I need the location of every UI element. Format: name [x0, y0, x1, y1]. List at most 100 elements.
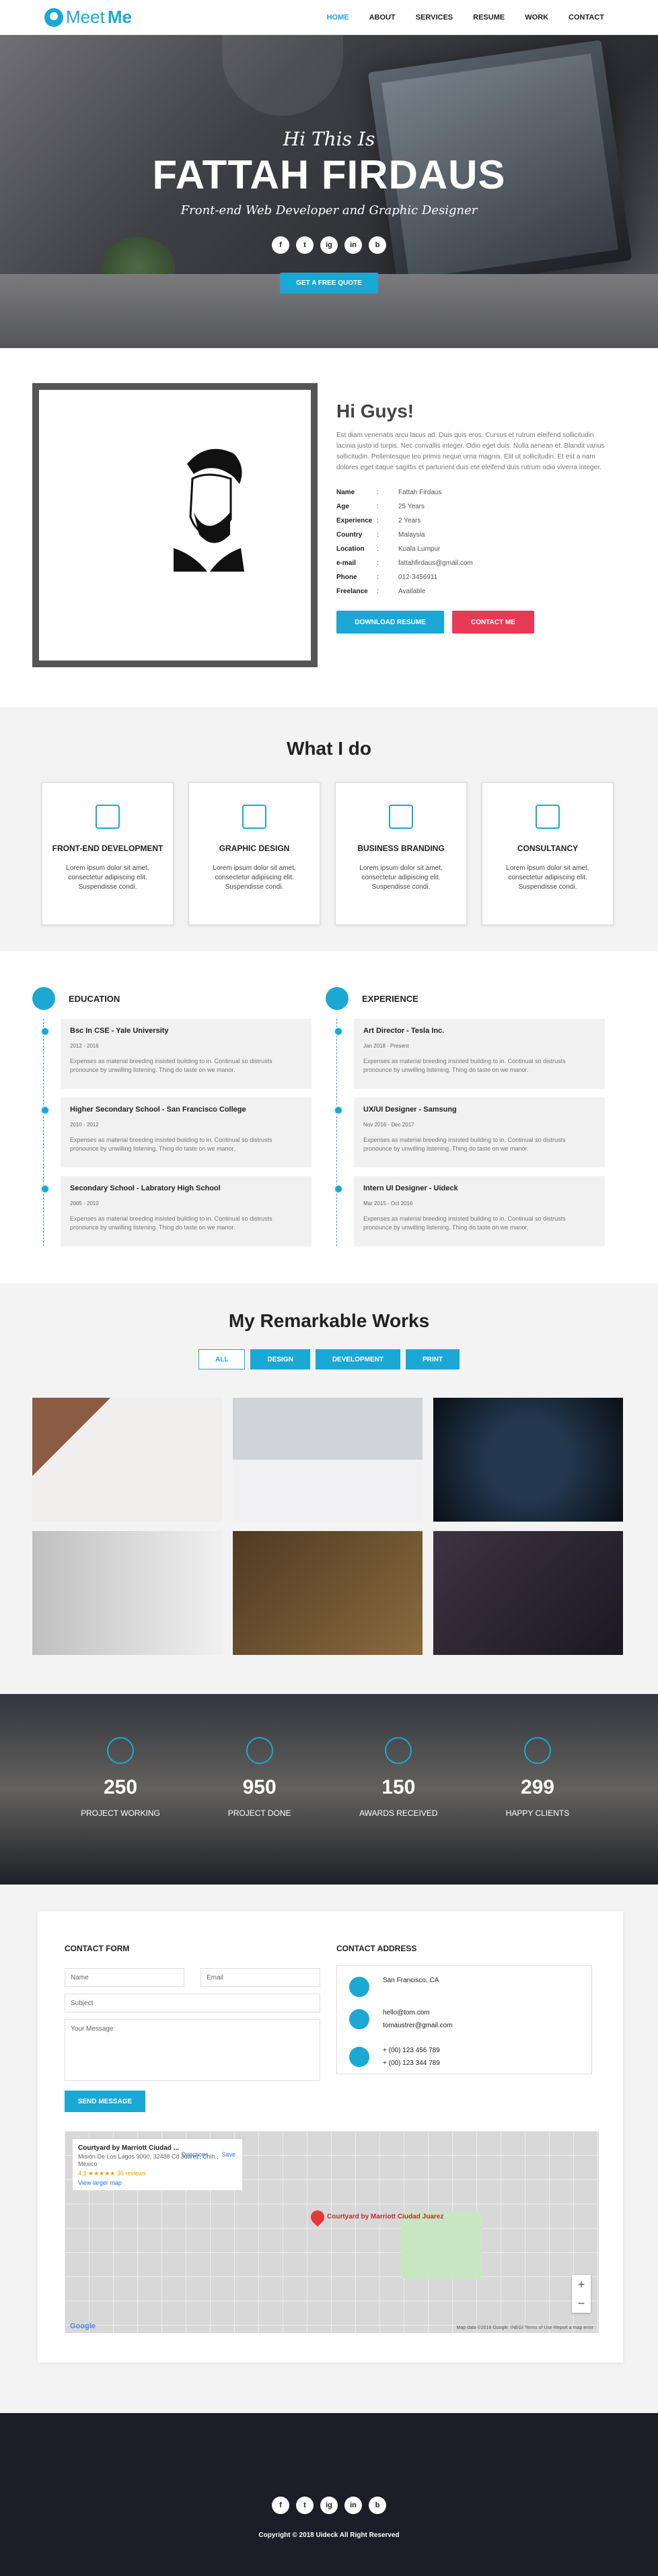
- hero-name: FATTAH FIRDAUS: [152, 152, 506, 197]
- free-quote-button[interactable]: GET A FREE QUOTE: [280, 273, 378, 294]
- filter-print[interactable]: PRINT: [405, 1349, 460, 1369]
- detail-row: e-mail: fattahfirdaus@gmail.com: [336, 556, 612, 570]
- hero-social-links: f t ig in b: [0, 236, 658, 254]
- timeline-item: Bsc In CSE - Yale University 2012 - 2016 E…: [40, 1019, 312, 1089]
- nav-services[interactable]: SERVICES: [416, 13, 453, 22]
- detail-colon: :: [377, 503, 379, 510]
- briefcase-icon: [389, 805, 413, 829]
- detail-key: Freelance: [336, 588, 368, 595]
- map-save-link[interactable]: Save: [221, 2151, 235, 2158]
- facebook-icon[interactable]: f: [272, 2497, 289, 2514]
- service-card[interactable]: CONSULTANCY Lorem ipsum dolor sit amet, c…: [482, 782, 614, 925]
- lamp-shape: [222, 35, 343, 116]
- education-heading: EDUCATION: [32, 986, 312, 1011]
- timeline-text: Expenses as material breeding insisted b…: [363, 1137, 566, 1152]
- address-phone: + (00) 123 456 789 + (00) 123 344 789: [349, 2047, 579, 2072]
- message-field[interactable]: Your Message: [65, 2019, 320, 2081]
- detail-colon: :: [377, 489, 379, 496]
- facebook-icon[interactable]: f: [272, 236, 289, 254]
- phone-text[interactable]: + (00) 123 344 789: [383, 2060, 440, 2067]
- twitter-icon[interactable]: t: [296, 236, 314, 254]
- nav-resume[interactable]: RESUME: [473, 13, 505, 22]
- address-location: San Francisco, CA: [349, 1977, 579, 1997]
- instagram-icon[interactable]: ig: [320, 2497, 338, 2514]
- behance-icon[interactable]: b: [369, 2497, 386, 2514]
- contact-form-title: CONTACT FORM: [65, 1944, 130, 1953]
- nav-about[interactable]: ABOUT: [369, 13, 396, 22]
- profile-illustration: [32, 383, 318, 667]
- nav-home[interactable]: HOME: [327, 13, 349, 22]
- linkedin-icon[interactable]: in: [344, 236, 362, 254]
- site-header: Meet Me HOME ABOUT SERVICES RESUME WORK C…: [0, 0, 658, 35]
- profile-details: Name: Fattah Firdaus Age: 25 Years Experie…: [336, 485, 612, 599]
- nav-work[interactable]: WORK: [525, 13, 548, 22]
- address-box: San Francisco, CA hello@tom.com tomaustre…: [336, 1965, 592, 2074]
- contact-me-button[interactable]: CONTACT ME: [452, 611, 534, 634]
- detail-value: Available: [398, 588, 426, 595]
- service-card[interactable]: GRAPHIC DESIGN Lorem ipsum dolor sit amet…: [188, 782, 320, 925]
- timeline-title: UX/UI Designer - Samsung: [363, 1106, 457, 1114]
- email-text[interactable]: tomaustrer@gmail.com: [383, 2022, 453, 2029]
- service-title: FRONT-END DEVELOPMENT: [52, 844, 163, 853]
- works-section: My Remarkable Works ALL DESIGN DEVELOPME…: [0, 1283, 658, 1694]
- service-title: GRAPHIC DESIGN: [219, 844, 290, 853]
- chat-icon: [536, 805, 560, 829]
- send-message-button[interactable]: SEND MESSAGE: [65, 2091, 145, 2112]
- email-text[interactable]: hello@tom.com: [383, 2009, 453, 2016]
- location-icon: [349, 1977, 369, 1997]
- experience-title: EXPERIENCE: [362, 993, 418, 1004]
- work-filters: ALL DESIGN DEVELOPMENT PRINT: [0, 1349, 658, 1369]
- filter-design[interactable]: DESIGN: [250, 1349, 310, 1369]
- timeline-item: Secondary School - Labratory High School…: [40, 1176, 312, 1246]
- timeline-item: UX/UI Designer - Samsung Nov 2016 - Dec 2…: [334, 1097, 605, 1167]
- footer-social-links: f t ig in b: [0, 2497, 658, 2514]
- timeline-text: Expenses as material breeding insisted b…: [363, 1215, 566, 1231]
- resume-section: EDUCATION Bsc In CSE - Yale University 20…: [0, 951, 658, 1283]
- filter-all[interactable]: ALL: [198, 1349, 246, 1369]
- service-card[interactable]: BUSINESS BRANDING Lorem ipsum dolor sit a…: [335, 782, 467, 925]
- detail-row: Location: Kuala Lumpur: [336, 542, 612, 556]
- stat-item: 950 PROJECT DONE: [209, 1737, 310, 1818]
- detail-row: Age: 25 Years: [336, 500, 612, 514]
- linkedin-icon[interactable]: in: [344, 2497, 362, 2514]
- portfolio-image[interactable]: [433, 1398, 623, 1522]
- check-circle-icon: [246, 1737, 273, 1764]
- behance-icon[interactable]: b: [369, 236, 386, 254]
- portfolio-image[interactable]: [233, 1398, 423, 1522]
- location-text: San Francisco, CA: [383, 1977, 439, 1984]
- download-resume-button[interactable]: DOWNLOAD RESUME: [336, 611, 444, 634]
- map-larger-link[interactable]: View larger map: [78, 2179, 237, 2186]
- location-map[interactable]: Courtyard by Marriott Ciudad ... Misión …: [65, 2131, 599, 2333]
- timeline-title: Bsc In CSE - Yale University: [70, 1027, 169, 1035]
- twitter-icon[interactable]: t: [296, 2497, 314, 2514]
- briefcase-icon: [326, 987, 349, 1010]
- email-field[interactable]: Email: [200, 1968, 320, 1987]
- nav-contact[interactable]: CONTACT: [569, 13, 604, 22]
- instagram-icon[interactable]: ig: [320, 236, 338, 254]
- map-directions-link[interactable]: Directions: [181, 2151, 208, 2158]
- filter-development[interactable]: DEVELOPMENT: [315, 1349, 400, 1369]
- portfolio-image[interactable]: [32, 1398, 222, 1522]
- name-field[interactable]: Name: [65, 1968, 184, 1987]
- phone-icon: [349, 2047, 369, 2067]
- phone-text[interactable]: + (00) 123 456 789: [383, 2047, 440, 2054]
- heart-icon: [523, 1737, 551, 1764]
- portfolio-image[interactable]: [32, 1531, 222, 1655]
- hero-greeting: Hi This Is: [283, 128, 375, 150]
- layers-icon: [242, 805, 266, 829]
- stat-number: 299: [520, 1776, 554, 1798]
- portfolio-image[interactable]: [233, 1531, 423, 1655]
- map-zoom-controls[interactable]: + −: [572, 2275, 591, 2313]
- service-text: Lorem ipsum dolor sit amet, consectetur …: [213, 865, 296, 891]
- detail-value: Malaysia: [398, 531, 425, 539]
- service-card[interactable]: FRONT-END DEVELOPMENT Lorem ipsum dolor s…: [42, 782, 174, 925]
- detail-value: 25 Years: [398, 503, 425, 510]
- contact-section: CONTACT FORM Name Email Subject Your Mes…: [0, 1885, 658, 2413]
- services-title: What I do: [287, 738, 371, 759]
- logo-icon: [44, 7, 63, 27]
- subject-field[interactable]: Subject: [65, 1994, 320, 2012]
- brand-logo[interactable]: Meet Me: [44, 7, 132, 28]
- detail-key: Experience: [336, 517, 373, 524]
- portfolio-image[interactable]: [433, 1531, 623, 1655]
- hero-role: Front-end Web Developer and Graphic Desi…: [180, 203, 478, 217]
